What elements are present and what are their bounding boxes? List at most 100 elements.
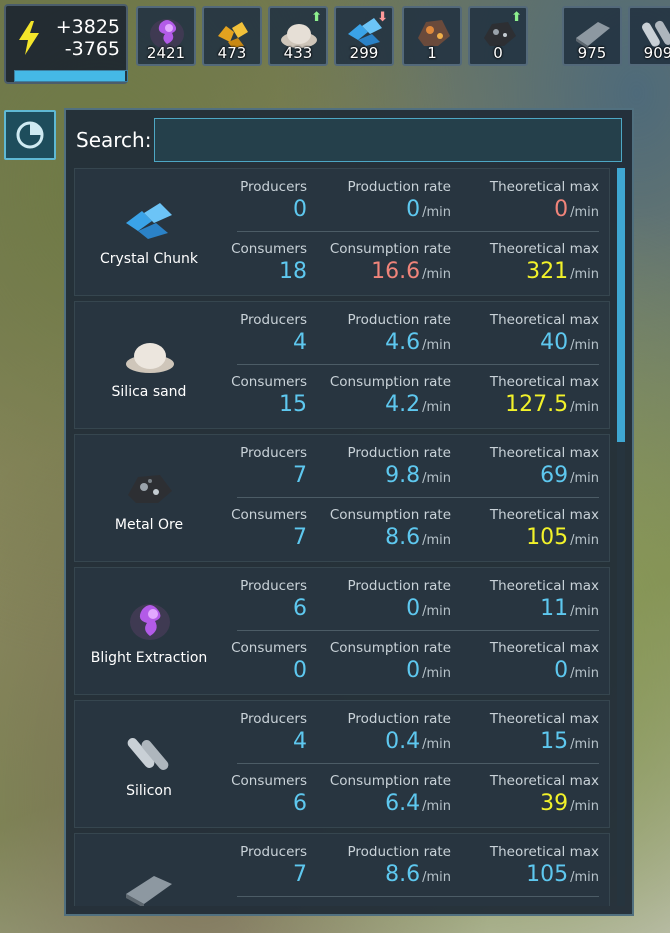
divider xyxy=(237,630,599,631)
consumers-label: Consumers xyxy=(231,507,307,523)
producers-value: 4 xyxy=(293,729,307,754)
consumption-max: Theoretical max 127.5/min xyxy=(459,374,599,417)
resource-count: 909 xyxy=(643,44,670,62)
resource-list[interactable]: Crystal Chunk Producers 0 Production rate 0/… xyxy=(74,168,610,906)
consumers-label: Consumers xyxy=(231,374,307,390)
unit-label: /min xyxy=(422,205,451,220)
resource-bar: +3825 -3765 2421 473 ⬆ 433 ⬇ 299 1 ⬆ 0 975 909 xyxy=(0,0,670,88)
consumers-value: 0 xyxy=(293,658,307,683)
divider xyxy=(237,364,599,365)
production-max-label: Theoretical max xyxy=(489,445,599,461)
statistics-button[interactable] xyxy=(4,110,56,160)
unit-label: /min xyxy=(422,799,451,814)
resource-count: 299 xyxy=(349,44,379,62)
unit-label: /min xyxy=(570,604,599,619)
production-rate-value: 4.6 xyxy=(385,330,421,355)
unit-label: /min xyxy=(422,870,451,885)
resource-slot-blight-extraction[interactable]: 2421 xyxy=(136,6,196,66)
consumers: Consumers 0 xyxy=(217,640,307,683)
resource-count: 975 xyxy=(577,44,607,62)
producers-label: Producers xyxy=(240,578,307,594)
consumption-rate: Consumption rate 8.6/min xyxy=(315,507,451,550)
consumption-max: Theoretical max 105/min xyxy=(459,507,599,550)
resource-slot-metal-plate[interactable]: 975 xyxy=(562,6,622,66)
resource-count: 0 xyxy=(493,44,503,62)
producers-label: Producers xyxy=(240,179,307,195)
resource-slot-silicon[interactable]: 909 xyxy=(628,6,670,66)
resource-card[interactable]: Silicon Producers 4 Production rate 0.4/min T… xyxy=(74,700,610,828)
power-panel[interactable]: +3825 -3765 xyxy=(4,4,128,84)
resource-name: Metal Ore xyxy=(114,517,184,533)
consumers: Consumers 15 xyxy=(217,374,307,417)
production-max: Theoretical max 105/min xyxy=(459,844,599,887)
consumption-max: Theoretical max 0/min xyxy=(459,640,599,683)
unit-label: /min xyxy=(422,400,451,415)
consumers-label: Consumers xyxy=(231,640,307,656)
production-rate-label: Production rate xyxy=(347,578,451,594)
unit-label: /min xyxy=(422,338,451,353)
producers: Producers 0 xyxy=(217,179,307,222)
producers-label: Producers xyxy=(240,312,307,328)
lightning-icon xyxy=(19,21,39,55)
consumers-label: Consumers xyxy=(231,241,307,257)
scrollbar-thumb[interactable] xyxy=(617,168,625,442)
consumers-value: 6 xyxy=(293,791,307,816)
consumers-label: Consumers xyxy=(231,773,307,789)
resource-card[interactable]: Metal Ore Producers 7 Production rate 9.8/mi… xyxy=(74,434,610,562)
consumption-max-label: Theoretical max xyxy=(489,640,599,656)
production-rate-label: Production rate xyxy=(347,445,451,461)
unit-label: /min xyxy=(422,267,451,282)
trend-up-icon: ⬆ xyxy=(511,10,522,25)
resource-slot-metal-ore[interactable]: ⬆ 0 xyxy=(468,6,528,66)
resource-slot-gold-nuggets[interactable]: 473 xyxy=(202,6,262,66)
consumption-rate-value: 0 xyxy=(406,658,421,683)
production-max-value: 69 xyxy=(540,463,569,488)
resource-card[interactable]: Silica sand Producers 4 Production rate 4.6/… xyxy=(74,301,610,429)
scrollbar[interactable] xyxy=(617,168,625,906)
metal-plate-icon xyxy=(105,864,195,906)
consumption-rate: Consumption rate 6.4/min xyxy=(315,773,451,816)
resource-count: 1 xyxy=(427,44,437,62)
search-label: Search: xyxy=(76,128,152,152)
resource-slot-crystal-chunk[interactable]: ⬇ 299 xyxy=(334,6,394,66)
resource-card[interactable]: Blight Extraction Producers 6 Production ra… xyxy=(74,567,610,695)
production-max-value: 15 xyxy=(540,729,569,754)
silicon-icon xyxy=(105,731,195,781)
production-max: Theoretical max 15/min xyxy=(459,711,599,754)
unit-label: /min xyxy=(570,870,599,885)
producers-value: 7 xyxy=(293,463,307,488)
production-rate-value: 9.8 xyxy=(385,463,421,488)
producers-value: 7 xyxy=(293,862,307,887)
unit-label: /min xyxy=(422,471,451,486)
resource-card[interactable]: Producers 7 Production rate 8.6/min Theoreti… xyxy=(74,833,610,906)
producers: Producers 6 xyxy=(217,578,307,621)
producers-label: Producers xyxy=(240,844,307,860)
production-rate: Production rate 0.4/min xyxy=(315,711,451,754)
resource-card[interactable]: Crystal Chunk Producers 0 Production rate 0/… xyxy=(74,168,610,296)
production-rate-value: 8.6 xyxy=(385,862,421,887)
search-input[interactable] xyxy=(154,118,622,162)
power-usage: -3765 xyxy=(64,38,120,60)
crystal-chunk-icon xyxy=(105,199,195,249)
unit-label: /min xyxy=(422,737,451,752)
producers-label: Producers xyxy=(240,711,307,727)
production-max-label: Theoretical max xyxy=(489,312,599,328)
production-rate-label: Production rate xyxy=(347,312,451,328)
resource-name: Silicon xyxy=(126,783,172,799)
unit-label: /min xyxy=(570,471,599,486)
resource-name: Silica sand xyxy=(111,384,187,400)
consumption-max-label: Theoretical max xyxy=(489,241,599,257)
consumers-value: 18 xyxy=(279,259,307,284)
trend-down-icon: ⬇ xyxy=(377,10,388,25)
producers-value: 6 xyxy=(293,596,307,621)
production-max-label: Theoretical max xyxy=(489,844,599,860)
consumption-rate-label: Consumption rate xyxy=(329,241,451,257)
resource-slot-silica-sand[interactable]: ⬆ 433 xyxy=(268,6,328,66)
resource-name: Crystal Chunk xyxy=(99,251,199,267)
consumers: Consumers 6 xyxy=(217,773,307,816)
producers: Producers 4 xyxy=(217,711,307,754)
resource-slot-copper-ore[interactable]: 1 xyxy=(402,6,462,66)
resource-count: 433 xyxy=(283,44,313,62)
consumption-max: Theoretical max 39/min xyxy=(459,773,599,816)
consumption-max-label: Theoretical max xyxy=(489,773,599,789)
